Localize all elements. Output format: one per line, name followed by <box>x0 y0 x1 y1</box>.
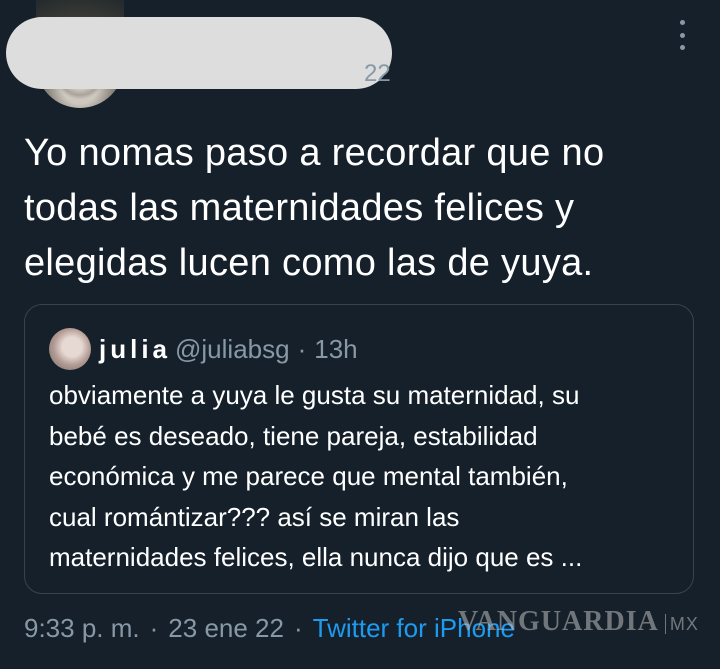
quoted-tweet-header: julia @juliabsg · 13h <box>49 327 358 371</box>
tweet-time[interactable]: 9:33 p. m. <box>24 613 140 644</box>
quoted-author-name[interactable]: julia <box>99 334 171 365</box>
separator-dot: · <box>297 333 307 364</box>
watermark-brand: VANGUARDIA <box>458 606 659 637</box>
quoted-tweet-text: obviamente a yuya le gusta su maternidad… <box>49 380 583 572</box>
dot-icon <box>679 20 685 25</box>
tweet-date[interactable]: 23 ene 22 <box>168 613 284 644</box>
watermark-suffix: MX <box>664 614 699 634</box>
quoted-tweet-card[interactable]: julia @juliabsg · 13h obviamente a yuya … <box>24 304 694 594</box>
quoted-author-avatar[interactable] <box>49 328 91 370</box>
separator-dot: · <box>149 612 159 643</box>
dot-icon <box>679 45 685 50</box>
quoted-author-handle[interactable]: @juliabsg <box>175 334 290 365</box>
tweet-text: Yo nomas paso a recordar que no todas la… <box>24 132 605 284</box>
quoted-tweet-time[interactable]: 13h <box>314 334 357 365</box>
tweet-footer: 9:33 p. m. · 23 ene 22 · Twitter for iPh… <box>24 608 515 648</box>
more-options-icon[interactable] <box>672 20 692 50</box>
dot-icon <box>679 32 685 38</box>
separator-dot: · <box>293 612 303 643</box>
watermark-logo: VANGUARDIA MX <box>458 606 699 638</box>
tweet-date-fragment: 22 <box>364 60 391 87</box>
redacted-author-info <box>6 17 392 89</box>
